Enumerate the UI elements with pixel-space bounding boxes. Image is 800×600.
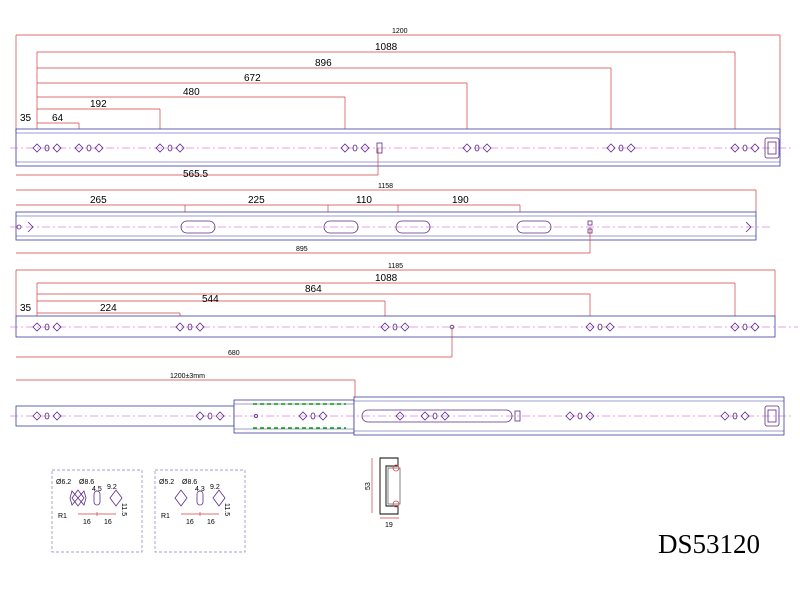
dim-64: 64 xyxy=(52,113,64,124)
detail2-p1: 16 xyxy=(186,519,194,526)
hole-detail-2: Ø5.2 Ø8.6 4.3 9.2 11.5 R1 16 16 xyxy=(154,469,246,553)
section-width: 19 xyxy=(385,522,393,529)
model-number: DS53120 xyxy=(658,529,760,559)
dim-224: 224 xyxy=(100,303,117,314)
detail2-r: R1 xyxy=(161,513,170,520)
hole-detail-1: Ø6.2 Ø8.6 4.5 9.2 11.5 R1 16 16 xyxy=(51,469,143,553)
detail2-d1: Ø5.2 xyxy=(159,479,174,486)
dim-680: 680 xyxy=(228,350,240,357)
dim-565-5: 565.5 xyxy=(183,169,208,180)
dim-overall-2: 1158 xyxy=(378,183,393,190)
dim-864: 864 xyxy=(305,284,322,295)
detail1-h2: 11.5 xyxy=(120,503,127,516)
dim-35: 35 xyxy=(20,113,32,124)
detail1-p1: 16 xyxy=(83,519,91,526)
dim-896: 896 xyxy=(315,58,332,69)
dim-overall-3: 1185 xyxy=(388,263,403,270)
cross-section: 53 19 xyxy=(365,457,401,529)
dim-190: 190 xyxy=(452,195,469,206)
dim-544: 544 xyxy=(202,294,219,305)
dim-192: 192 xyxy=(90,99,107,110)
detail1-w: 4.5 xyxy=(92,486,102,493)
dim-225: 225 xyxy=(248,195,265,206)
dim-480: 480 xyxy=(183,87,200,98)
view-2-middle-rail: 1158 265 225 110 190 895 xyxy=(10,183,770,254)
section-height: 53 xyxy=(365,482,372,490)
detail1-d1: Ø6.2 xyxy=(56,479,71,486)
dim-1088: 1088 xyxy=(375,42,398,53)
dim-895: 895 xyxy=(296,246,308,253)
dim-265: 265 xyxy=(90,195,107,206)
detail1-d2: Ø8.6 xyxy=(79,479,94,486)
detail2-h2: 11.5 xyxy=(223,503,230,516)
detail1-p2: 16 xyxy=(104,519,112,526)
detail2-h1: 9.2 xyxy=(210,484,220,491)
view-1-outer-rail: 1200 1088 896 672 480 192 64 35 565.5 xyxy=(10,28,792,180)
detail1-r: R1 xyxy=(58,513,67,520)
detail1-h1: 9.2 xyxy=(107,484,117,491)
dim-1088-b: 1088 xyxy=(375,273,398,284)
dim-35-b: 35 xyxy=(20,303,32,314)
dim-672: 672 xyxy=(244,73,261,84)
view-4-assembled: 1200±3mm xyxy=(10,373,792,436)
view-3-inner-rail: 1185 1088 864 544 224 35 680 xyxy=(10,263,798,358)
detail2-p2: 16 xyxy=(207,519,215,526)
dim-overall-1: 1200 xyxy=(392,28,408,35)
detail2-w: 4.3 xyxy=(195,486,205,493)
technical-drawing: 1200 1088 896 672 480 192 64 35 565.5 11… xyxy=(10,28,798,559)
dim-1200-tol: 1200±3mm xyxy=(170,373,205,380)
detail2-d2: Ø8.6 xyxy=(182,479,197,486)
dim-110: 110 xyxy=(356,195,372,206)
